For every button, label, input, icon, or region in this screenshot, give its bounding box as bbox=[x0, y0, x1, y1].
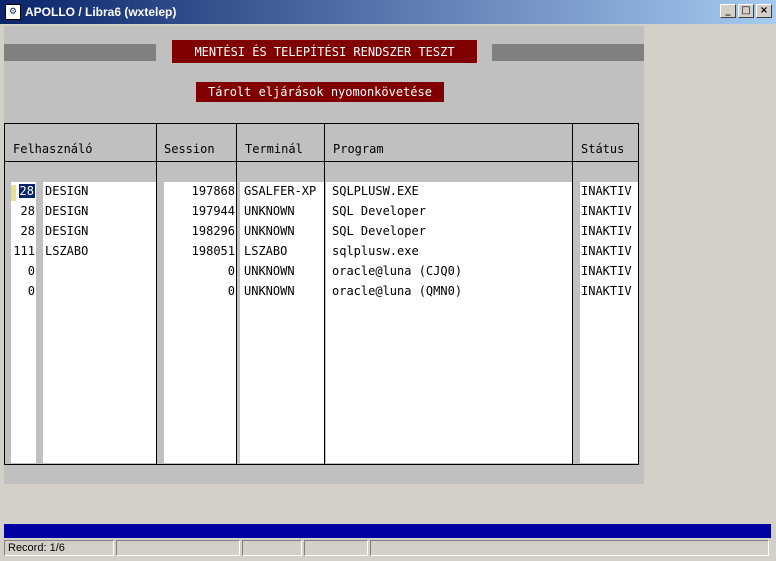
row-id-cell[interactable]: 0 bbox=[11, 262, 35, 282]
row-id-cell[interactable]: 28 bbox=[11, 182, 35, 202]
status-pane bbox=[370, 540, 769, 556]
header-user: Felhasználó bbox=[13, 142, 93, 156]
row-program-cell[interactable]: SQLPLUSW.EXE bbox=[332, 182, 572, 202]
row-user-cell[interactable]: LSZABO bbox=[45, 242, 155, 262]
maximize-icon: □ bbox=[741, 5, 751, 16]
row-program-cell[interactable]: SQL Developer bbox=[332, 222, 572, 242]
row-session-cell[interactable]: 0 bbox=[164, 282, 235, 302]
header-session: Session bbox=[164, 142, 215, 156]
row-program-cell[interactable]: sqlplusw.exe bbox=[332, 242, 572, 262]
column-divider bbox=[156, 124, 157, 464]
row-user-cell[interactable]: DESIGN bbox=[45, 222, 155, 242]
row-terminal-cell[interactable]: GSALFER-XP bbox=[244, 182, 324, 202]
form-canvas: MENTÉSI ÉS TELEPÍTÉSI RENDSZER TESZT Tár… bbox=[4, 26, 644, 484]
row-user-cell[interactable]: DESIGN bbox=[45, 182, 155, 202]
row-session-cell[interactable]: 198051 bbox=[164, 242, 235, 262]
row-user-cell[interactable]: DESIGN bbox=[45, 202, 155, 222]
header-bar-right bbox=[492, 44, 644, 61]
header-status: Státus bbox=[581, 142, 625, 156]
row-status-cell[interactable]: INAKTIV bbox=[581, 222, 638, 242]
row-status-cell[interactable]: INAKTIV bbox=[581, 182, 638, 202]
maximize-button[interactable]: □ bbox=[738, 4, 754, 18]
toolbar-band bbox=[4, 524, 771, 538]
status-pane bbox=[304, 540, 369, 556]
status-pane bbox=[115, 540, 241, 556]
row-program-cell[interactable]: SQL Developer bbox=[332, 202, 572, 222]
row-session-cell[interactable]: 198296 bbox=[164, 222, 235, 242]
row-terminal-cell[interactable]: UNKNOWN bbox=[244, 262, 324, 282]
row-terminal-cell[interactable]: UNKNOWN bbox=[244, 282, 324, 302]
close-button[interactable]: × bbox=[756, 4, 772, 18]
row-terminal-cell[interactable]: UNKNOWN bbox=[244, 202, 324, 222]
row-status-cell[interactable]: INAKTIV bbox=[581, 202, 638, 222]
app-icon[interactable]: ⚙ bbox=[5, 4, 21, 20]
column-divider bbox=[236, 124, 237, 464]
row-program-cell[interactable]: oracle@luna (CJQ0) bbox=[332, 262, 572, 282]
row-id-cell[interactable]: 28 bbox=[11, 222, 35, 242]
column-divider bbox=[324, 124, 325, 464]
status-bar: Record: 1/6 bbox=[4, 540, 771, 556]
status-pane bbox=[242, 540, 303, 556]
row-status-cell[interactable]: INAKTIV bbox=[581, 242, 638, 262]
row-session-cell[interactable]: 0 bbox=[164, 262, 235, 282]
record-indicator: Record: 1/6 bbox=[4, 540, 114, 556]
header-program: Program bbox=[333, 142, 384, 156]
row-id-cell[interactable]: 0 bbox=[11, 282, 35, 302]
row-session-cell[interactable]: 197944 bbox=[164, 202, 235, 222]
row-program-cell[interactable]: oracle@luna (QMN0) bbox=[332, 282, 572, 302]
title-bar[interactable]: ⚙ APOLLO / Libra6 (wxtelep) _ □ × bbox=[0, 0, 776, 24]
close-icon: × bbox=[759, 5, 769, 16]
row-session-cell[interactable]: 197868 bbox=[164, 182, 235, 202]
selected-value: 28 bbox=[18, 184, 35, 198]
sub-title: Tárolt eljárások nyomonkövetése bbox=[196, 82, 444, 102]
row-id-cell[interactable]: 28 bbox=[11, 202, 35, 222]
minimize-icon: _ bbox=[725, 5, 731, 16]
column-divider bbox=[572, 124, 573, 464]
row-id-cell[interactable]: 111 bbox=[11, 242, 35, 262]
main-title: MENTÉSI ÉS TELEPÍTÉSI RENDSZER TESZT bbox=[172, 40, 477, 63]
row-user-cell[interactable] bbox=[45, 262, 155, 282]
sessions-table: Felhasználó Session Terminál Program Stá… bbox=[4, 123, 639, 465]
window-title: APOLLO / Libra6 (wxtelep) bbox=[25, 5, 177, 19]
table-header bbox=[5, 124, 638, 162]
minimize-button[interactable]: _ bbox=[720, 4, 736, 18]
row-terminal-cell[interactable]: LSZABO bbox=[244, 242, 324, 262]
row-terminal-cell[interactable]: UNKNOWN bbox=[244, 222, 324, 242]
row-user-cell[interactable] bbox=[45, 282, 155, 302]
header-bar-left bbox=[4, 44, 156, 61]
row-status-cell[interactable]: INAKTIV bbox=[581, 282, 638, 302]
row-status-cell[interactable]: INAKTIV bbox=[581, 262, 638, 282]
header-terminal: Terminál bbox=[245, 142, 303, 156]
